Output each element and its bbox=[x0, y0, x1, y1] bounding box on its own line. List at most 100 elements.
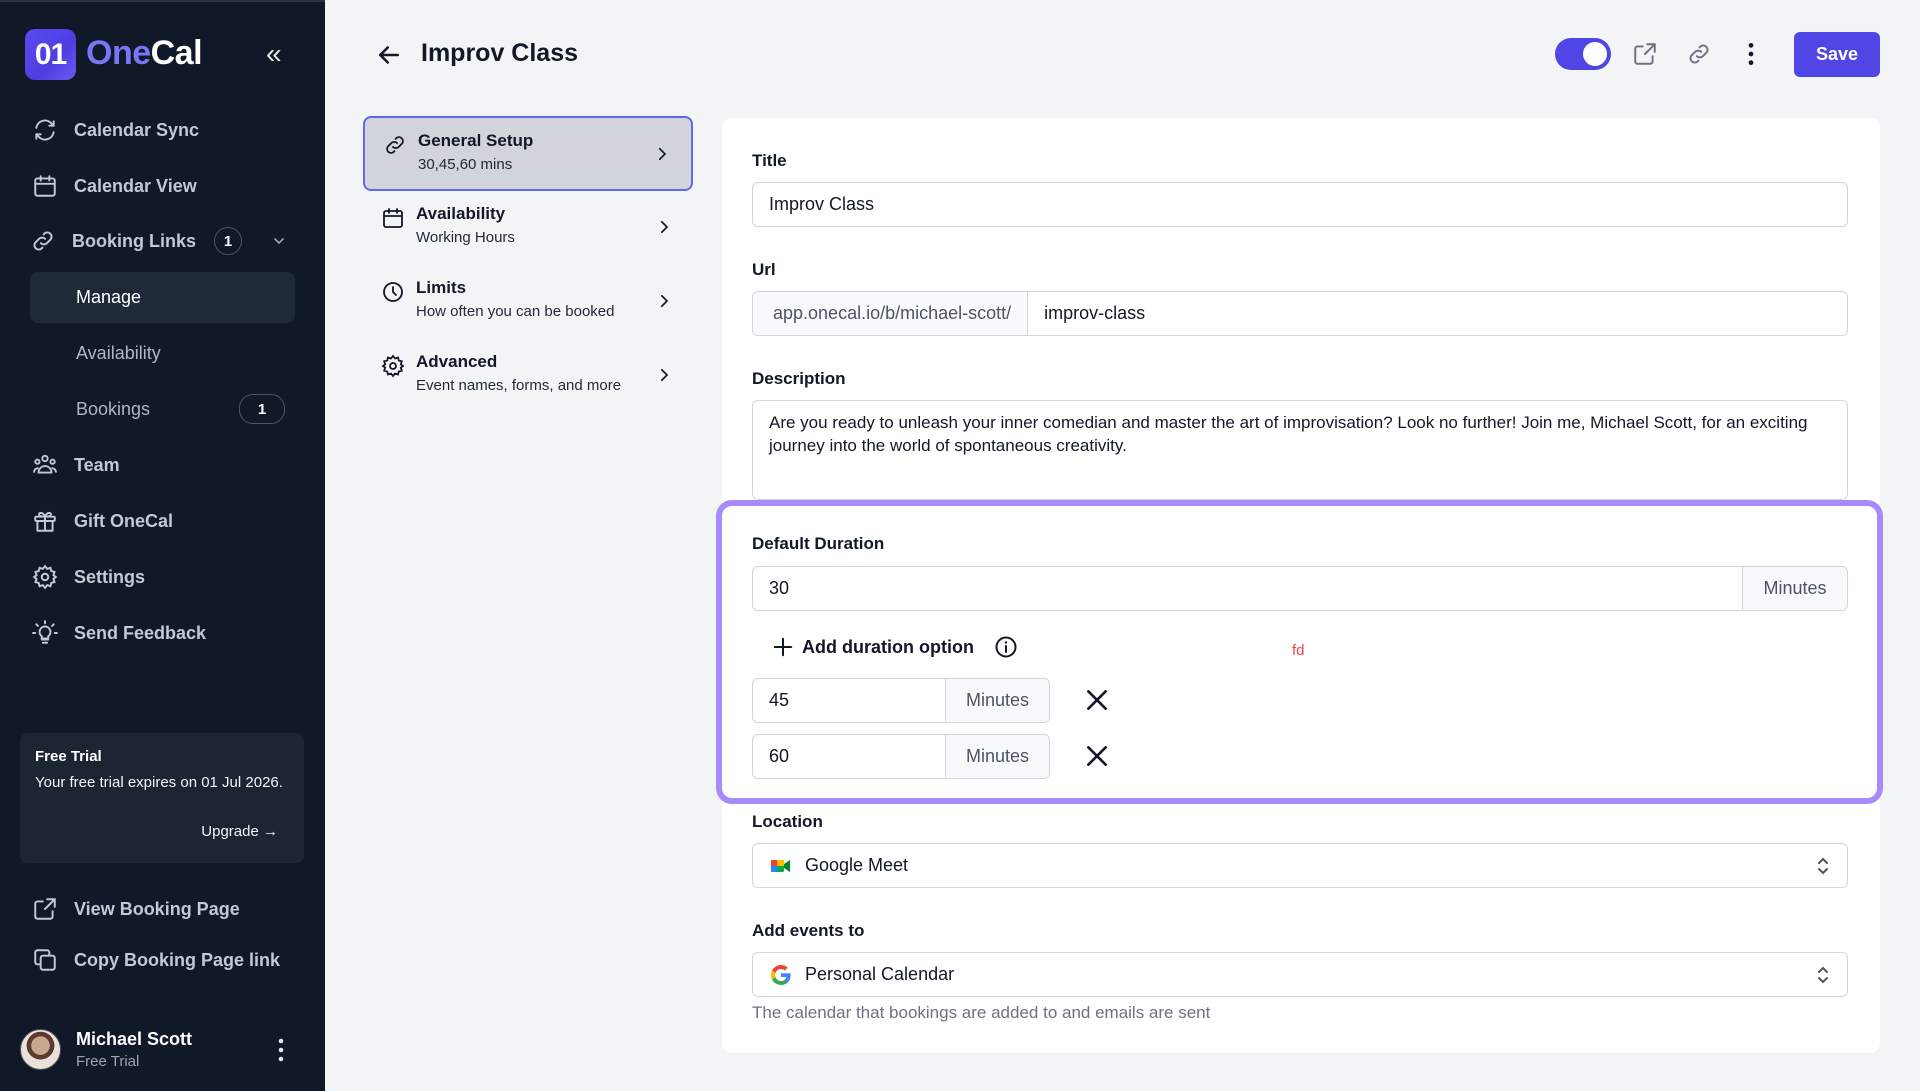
url-label: Url bbox=[752, 260, 776, 279]
users-icon bbox=[33, 454, 57, 474]
link-icon bbox=[386, 136, 404, 154]
location-value: Google Meet bbox=[805, 855, 909, 875]
description-label: Description bbox=[752, 369, 846, 388]
default-duration-field: 30 Minutes bbox=[752, 566, 1848, 611]
trial-text: Your free trial expires on 01 Jul 2026. bbox=[35, 774, 283, 791]
gear-icon bbox=[381, 354, 405, 378]
add-events-value: Personal Calendar bbox=[805, 964, 955, 984]
title-label: Title bbox=[752, 151, 787, 170]
sidebar-item-label: Gift OneCal bbox=[74, 510, 174, 531]
avatar[interactable] bbox=[20, 1029, 61, 1070]
sidebar-item-label: Availability bbox=[76, 342, 161, 363]
chevron-updown-icon bbox=[1818, 966, 1828, 984]
tab-limits[interactable]: Limits How often you can be booked bbox=[363, 265, 693, 340]
sidebar-item-label: Team bbox=[74, 454, 120, 475]
refresh-icon bbox=[35, 119, 55, 141]
more-options-icon[interactable] bbox=[1738, 41, 1764, 67]
calendar-icon bbox=[383, 208, 403, 228]
logo-mark: 01 bbox=[25, 29, 76, 80]
user-menu-icon[interactable] bbox=[274, 1037, 288, 1063]
back-arrow-icon[interactable] bbox=[374, 40, 404, 70]
duration-unit-addon: Minutes bbox=[1742, 567, 1847, 610]
chevron-right-icon bbox=[660, 368, 669, 382]
url-prefix: app.onecal.io/b/michael-scott/ bbox=[753, 292, 1029, 335]
trial-title: Free Trial bbox=[35, 748, 102, 765]
copy-link-icon[interactable] bbox=[1686, 41, 1712, 67]
clock-icon bbox=[383, 282, 403, 302]
duration-option-field: 45 Minutes bbox=[752, 678, 1050, 723]
tab-label: Limits bbox=[416, 278, 467, 297]
chevron-down-icon[interactable] bbox=[271, 233, 287, 249]
sidebar-item-manage[interactable]: Manage bbox=[30, 272, 295, 323]
free-trial-card: Free Trial Your free trial expires on 01… bbox=[20, 733, 304, 863]
sidebar-item-label: Calendar Sync bbox=[74, 119, 200, 140]
remove-duration-icon[interactable] bbox=[1084, 687, 1110, 713]
url-slug-input[interactable]: improv-class bbox=[1028, 303, 1145, 324]
lightbulb-icon bbox=[32, 620, 58, 644]
remove-duration-icon[interactable] bbox=[1084, 743, 1110, 769]
chevron-right-icon bbox=[660, 220, 669, 234]
sidebar-item-team[interactable]: Team bbox=[30, 443, 295, 487]
tab-subtitle: Working Hours bbox=[416, 229, 515, 246]
toggle-knob bbox=[1583, 42, 1607, 66]
sidebar-item-label: Booking Links bbox=[72, 230, 197, 251]
info-icon[interactable] bbox=[994, 635, 1018, 659]
duration-option-input[interactable]: 60 bbox=[753, 746, 945, 767]
sidebar-item-gift-onecal[interactable]: Gift OneCal bbox=[30, 499, 295, 543]
sidebar-item-label: Send Feedback bbox=[74, 622, 207, 643]
add-events-select[interactable]: Personal Calendar bbox=[752, 952, 1848, 997]
sidebar-item-settings[interactable]: Settings bbox=[30, 555, 295, 599]
chevron-right-icon bbox=[658, 147, 667, 161]
calendar-icon bbox=[34, 175, 56, 197]
sidebar-item-booking-links[interactable]: Booking Links 1 bbox=[28, 219, 293, 263]
add-duration-label: Add duration option bbox=[802, 636, 974, 657]
title-value: Improv Class bbox=[769, 194, 875, 214]
chevron-right-icon bbox=[660, 294, 669, 308]
default-duration-label: Default Duration bbox=[752, 534, 885, 553]
default-duration-input[interactable]: 30 bbox=[753, 578, 1742, 599]
save-button[interactable]: Save bbox=[1794, 32, 1880, 77]
active-toggle[interactable] bbox=[1555, 38, 1611, 70]
duration-unit-addon: Minutes bbox=[945, 735, 1049, 778]
tab-label: General Setup bbox=[418, 131, 534, 150]
sidebar-item-send-feedback[interactable]: Send Feedback bbox=[30, 611, 295, 655]
location-label: Location bbox=[752, 812, 823, 831]
logo-text: OneCal bbox=[86, 34, 203, 73]
sidebar-item-calendar-sync[interactable]: Calendar Sync bbox=[30, 108, 295, 152]
add-events-help-text: The calendar that bookings are added to … bbox=[752, 1003, 1211, 1022]
gear-icon bbox=[32, 564, 58, 590]
sidebar-item-label: Settings bbox=[74, 566, 146, 587]
copy-booking-page-link[interactable]: Copy Booking Page link bbox=[30, 938, 295, 982]
view-booking-page-link[interactable]: View Booking Page bbox=[30, 887, 295, 931]
sidebar-item-calendar-view[interactable]: Calendar View bbox=[30, 164, 295, 208]
google-icon bbox=[770, 964, 791, 985]
tab-advanced[interactable]: Advanced Event names, forms, and more bbox=[363, 339, 693, 414]
tab-general-setup[interactable]: General Setup 30,45,60 mins bbox=[363, 116, 693, 191]
stray-text: fd bbox=[1292, 642, 1305, 659]
tab-subtitle: Event names, forms, and more bbox=[416, 377, 622, 394]
add-duration-option-button[interactable]: Add duration option bbox=[772, 632, 1018, 662]
sidebar-item-availability[interactable]: Availability bbox=[30, 331, 295, 375]
brand-name-one: One bbox=[86, 34, 151, 72]
external-link-icon[interactable] bbox=[1632, 41, 1658, 67]
description-textarea[interactable]: Are you ready to unleash your inner come… bbox=[752, 400, 1848, 500]
location-select[interactable]: Google Meet bbox=[752, 843, 1848, 888]
link-icon bbox=[33, 231, 53, 251]
google-meet-icon bbox=[771, 859, 790, 872]
duration-option-input[interactable]: 45 bbox=[753, 690, 945, 711]
page-title: Improv Class bbox=[421, 39, 579, 67]
collapse-sidebar-icon[interactable]: « bbox=[266, 40, 292, 68]
duration-unit-addon: Minutes bbox=[945, 679, 1049, 722]
copy-icon bbox=[34, 949, 56, 971]
bookings-count-badge: 1 bbox=[239, 394, 285, 424]
sidebar-item-bookings[interactable]: Bookings 1 bbox=[30, 387, 295, 431]
gift-icon bbox=[34, 511, 56, 532]
tab-availability[interactable]: Availability Working Hours bbox=[363, 191, 693, 266]
upgrade-link[interactable]: Upgrade → bbox=[201, 823, 278, 840]
sidebar: 01 OneCal « Calendar Sync Calendar View … bbox=[0, 0, 325, 1091]
title-input[interactable]: Improv Class bbox=[752, 182, 1848, 227]
booking-links-count-badge: 1 bbox=[214, 227, 242, 255]
sidebar-item-label: Calendar View bbox=[74, 175, 197, 196]
tab-subtitle: 30,45,60 mins bbox=[418, 156, 513, 173]
external-link-icon bbox=[34, 898, 56, 920]
